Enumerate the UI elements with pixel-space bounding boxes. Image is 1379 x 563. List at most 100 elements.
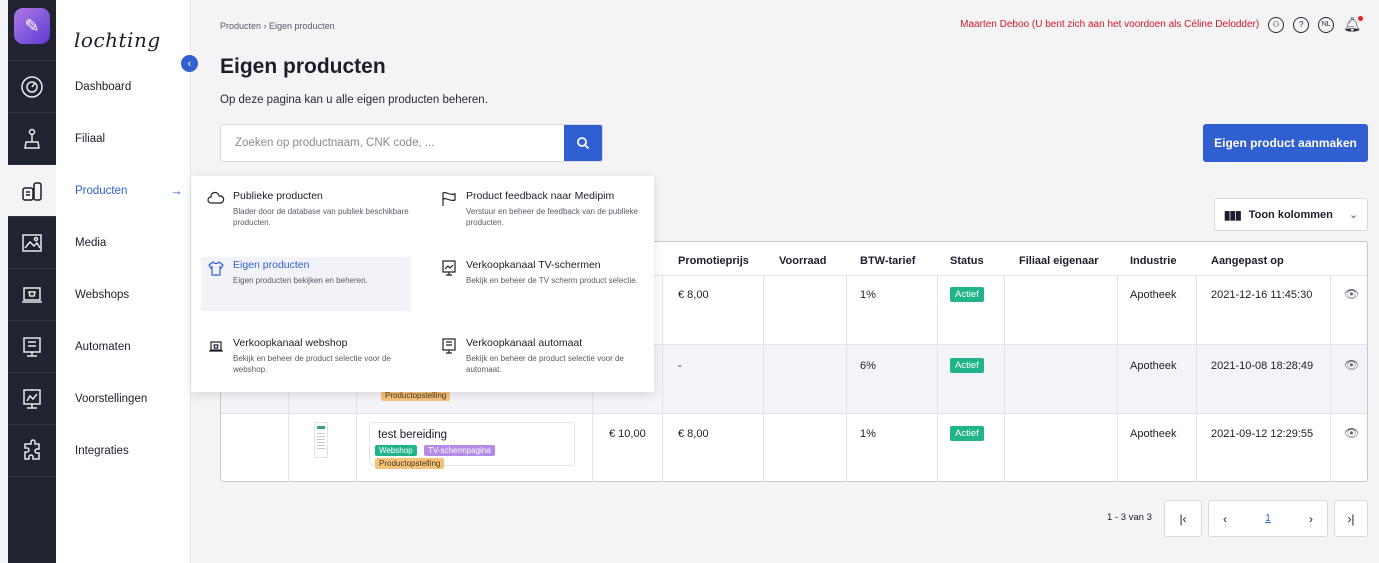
col-divider: [1117, 275, 1118, 482]
industry-cell: Apotheek: [1130, 428, 1177, 440]
products-dropdown-menu: Publieke producten Blader door de databa…: [191, 176, 654, 392]
column-header-promo[interactable]: Promotieprijs: [678, 255, 749, 267]
sidebar-item-producten[interactable]: Producten: [75, 185, 127, 197]
column-header-status[interactable]: Status: [950, 255, 984, 267]
menu-item-desc: Eigen producten bekijken en beheren.: [233, 276, 368, 285]
menu-item-desc: Bekijk en beheer de product selectie voo…: [466, 354, 624, 374]
column-header-owner[interactable]: Filiaal eigenaar: [1019, 255, 1098, 267]
brand-logo: lochting: [74, 28, 161, 52]
search-icon: [577, 137, 590, 150]
impersonation-text[interactable]: Maarten Deboo (U bent zich aan het voord…: [960, 19, 1259, 30]
sidebar-item-dashboard[interactable]: Dashboard: [75, 81, 131, 93]
col-divider: [1196, 275, 1197, 482]
laptop-icon: [209, 341, 223, 352]
arrow-right-icon: →: [170, 183, 183, 198]
col-divider: [1004, 275, 1005, 482]
menu-item-tv-channel[interactable]: Verkoopkanaal TV-schermen Bekijk en behe…: [434, 257, 644, 311]
status-badge: Actief: [950, 287, 984, 302]
sidebar-item-integraties[interactable]: Integraties: [75, 445, 129, 457]
industry-cell: Apotheek: [1130, 289, 1177, 301]
webshop-rail-icon[interactable]: [8, 268, 56, 320]
sidebar-item-automaten[interactable]: Automaten: [75, 341, 131, 353]
menu-item-feedback-medipim[interactable]: Product feedback naar Medipim Verstuur e…: [434, 188, 644, 242]
search-input[interactable]: [221, 125, 564, 161]
menu-item-title: Publieke producten: [233, 190, 323, 202]
cloud-icon: [207, 191, 225, 204]
search-button[interactable]: [564, 125, 602, 161]
sidebar-item-media[interactable]: Media: [75, 237, 106, 249]
promo-price-cell: € 8,00: [678, 289, 709, 301]
chevron-down-icon: ⌄: [1348, 209, 1359, 221]
promo-price-cell: -: [678, 360, 682, 372]
app-logo-icon[interactable]: ✎: [14, 8, 50, 44]
collapse-sidebar-icon[interactable]: ‹: [181, 55, 198, 72]
pagination-info: 1 - 3 van 3: [1107, 512, 1152, 523]
column-header-modified[interactable]: Aangepast op: [1211, 255, 1284, 267]
menu-item-title: Verkoopkanaal automaat: [466, 337, 583, 349]
first-page-button[interactable]: |‹: [1164, 500, 1202, 537]
menu-item-desc: Blader door de database van publiek besc…: [233, 207, 409, 227]
user-profile-icon[interactable]: ⚇: [1268, 16, 1285, 33]
col-divider: [763, 275, 764, 482]
menu-item-title: Eigen producten: [233, 259, 310, 271]
menu-item-desc: Verstuur en beheer de feedback van de pu…: [466, 207, 639, 227]
store-rail-icon[interactable]: [8, 112, 56, 164]
next-page-button[interactable]: ›: [1309, 512, 1313, 526]
columns-icon: ▮▮▮: [1223, 207, 1242, 222]
help-icon[interactable]: ?: [1293, 16, 1310, 33]
view-eye-icon[interactable]: 👁︎: [1344, 358, 1359, 372]
tag-productopstelling: Productopstelling: [375, 458, 445, 469]
icon-rail: ✎: [8, 0, 56, 563]
notification-bell-icon[interactable]: 🔔︎: [1343, 16, 1363, 33]
price-cell: € 10,00: [609, 428, 646, 440]
product-thumbnail[interactable]: [314, 422, 328, 458]
page-navigator: ‹ 1 ›: [1208, 500, 1328, 537]
menu-item-public-products[interactable]: Publieke producten Blader door de databa…: [201, 188, 411, 242]
dashboard-rail-icon[interactable]: [8, 60, 56, 112]
tag-tv-schermpagina: TV-schermpagina: [424, 445, 495, 456]
language-selector[interactable]: NL: [1318, 16, 1335, 33]
menu-item-vending-channel[interactable]: Verkoopkanaal automaat Bekijk en beheer …: [434, 335, 644, 389]
column-header-industry[interactable]: Industrie: [1130, 255, 1176, 267]
modified-cell: 2021-09-12 12:29:55: [1211, 428, 1314, 440]
view-eye-icon[interactable]: 👁︎: [1344, 426, 1359, 440]
status-badge: Actief: [950, 426, 984, 441]
tv-screen-icon: [442, 260, 456, 276]
integrations-rail-icon[interactable]: [8, 424, 56, 476]
sidebar-item-webshops[interactable]: Webshops: [75, 289, 129, 301]
col-divider: [846, 275, 847, 482]
current-page-number[interactable]: 1: [1265, 513, 1271, 524]
vat-cell: 1%: [860, 289, 876, 301]
sidebar-item-filiaal[interactable]: Filiaal: [75, 133, 105, 145]
presentations-rail-icon[interactable]: [8, 372, 56, 424]
create-product-button[interactable]: Eigen product aanmaken: [1203, 124, 1368, 162]
sidebar: lochting Dashboard Filiaal Producten → M…: [56, 0, 191, 563]
column-header-stock[interactable]: Voorraad: [779, 255, 826, 267]
menu-item-webshop-channel[interactable]: Verkoopkanaal webshop Bekijk en beheer d…: [201, 335, 411, 389]
sidebar-item-voorstellingen[interactable]: Voorstellingen: [75, 393, 147, 405]
toggle-columns-label: Toon kolommen: [1248, 208, 1333, 221]
page-subtitle: Op deze pagina kan u alle eigen producte…: [220, 94, 488, 106]
search-bar: [220, 124, 603, 162]
menu-item-own-products[interactable]: Eigen producten Eigen producten bekijken…: [201, 257, 411, 311]
column-header-vat[interactable]: BTW-tarief: [860, 255, 915, 267]
view-eye-icon[interactable]: 👁︎: [1344, 287, 1359, 301]
menu-item-title: Verkoopkanaal webshop: [233, 337, 348, 349]
breadcrumb[interactable]: Producten › Eigen producten: [220, 21, 335, 31]
vending-machine-icon: [442, 338, 456, 354]
product-card[interactable]: test bereiding Webshop TV-schermpagina P…: [369, 422, 575, 469]
modified-cell: 2021-10-08 18:28:49: [1211, 360, 1314, 372]
page-title: Eigen producten: [220, 55, 386, 78]
products-rail-icon[interactable]: [8, 164, 56, 216]
tag-webshop: Webshop: [375, 445, 417, 456]
last-page-button[interactable]: ›|: [1334, 500, 1368, 537]
status-badge: Actief: [950, 358, 984, 373]
vending-rail-icon[interactable]: [8, 320, 56, 372]
vat-cell: 6%: [860, 360, 876, 372]
col-divider: [1330, 275, 1331, 482]
toggle-columns-button[interactable]: ▮▮▮ Toon kolommen ⌄: [1214, 198, 1368, 231]
menu-item-title: Verkoopkanaal TV-schermen: [466, 259, 601, 271]
shirt-icon: [208, 261, 224, 276]
media-rail-icon[interactable]: [8, 216, 56, 268]
previous-page-button[interactable]: ‹: [1223, 512, 1227, 526]
